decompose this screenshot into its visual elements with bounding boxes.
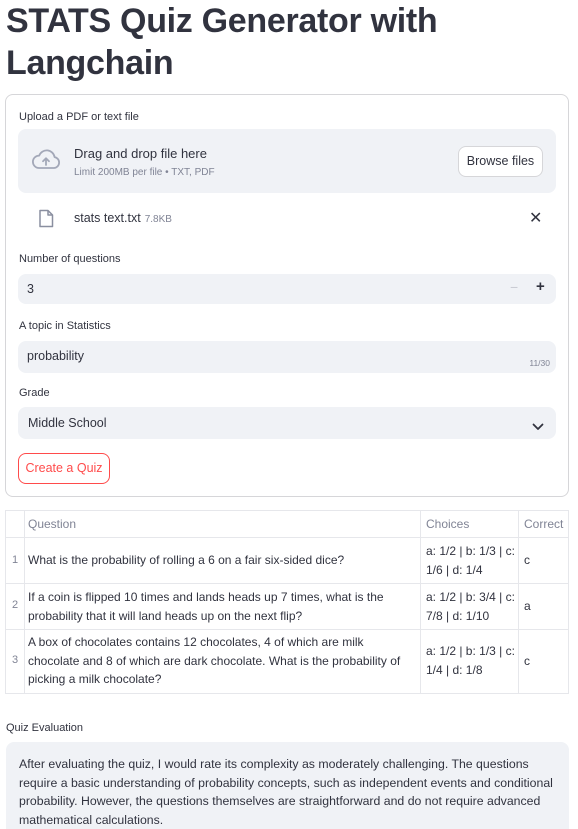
row-index: 2 <box>12 599 19 611</box>
row-divider <box>6 537 568 538</box>
column-divider <box>518 511 519 694</box>
decrement-button[interactable]: − <box>510 279 518 295</box>
question-cell[interactable]: A box of chocolates contains 12 chocolat… <box>28 633 418 689</box>
row-divider <box>6 629 568 630</box>
dropzone-limit: Limit 200MB per file • TXT, PDF <box>74 167 215 178</box>
row-index: 1 <box>12 554 19 566</box>
char-counter: 11/30 <box>529 358 550 368</box>
grade-value[interactable]: Middle School <box>28 416 107 430</box>
num-questions-value[interactable]: 3 <box>27 282 34 296</box>
header-question[interactable]: Question <box>28 511 76 538</box>
upload-label: Upload a PDF or text file <box>19 111 139 123</box>
header-choices[interactable]: Choices <box>426 511 469 538</box>
browse-files-button[interactable]: Browse files <box>458 146 543 177</box>
choices-cell[interactable]: a: 1/2 | b: 1/3 | c: 1/6 | d: 1/4 <box>426 542 516 579</box>
column-divider <box>24 511 25 694</box>
choices-cell[interactable]: a: 1/2 | b: 3/4 | c: 7/8 | d: 1/10 <box>426 588 516 625</box>
num-questions-input[interactable]: 3 − + <box>18 274 556 304</box>
column-divider <box>420 511 421 694</box>
file-size: 7.8KB <box>144 214 172 225</box>
file-name: stats text.txt <box>74 211 141 225</box>
row-divider <box>6 583 568 584</box>
num-questions-label: Number of questions <box>19 253 121 265</box>
create-quiz-button[interactable]: Create a Quiz <box>18 453 110 484</box>
choices-cell[interactable]: a: 1/2 | b: 1/3 | c: 1/4 | d: 1/8 <box>426 642 516 679</box>
correct-cell[interactable]: c <box>524 652 530 671</box>
cloud-upload-icon <box>31 149 61 176</box>
quiz-table: Question Choices Correct 1 What is the p… <box>5 510 569 694</box>
close-icon[interactable]: ✕ <box>529 208 542 228</box>
page-title: STATS Quiz Generator with Langchain <box>6 2 438 82</box>
increment-button[interactable]: + <box>536 278 545 295</box>
quiz-form: Upload a PDF or text file Drag and drop … <box>5 94 569 497</box>
correct-cell[interactable]: c <box>524 551 530 570</box>
question-cell[interactable]: If a coin is flipped 10 times and lands … <box>28 588 398 625</box>
header-correct[interactable]: Correct <box>524 511 563 538</box>
topic-value[interactable]: probability <box>27 349 84 363</box>
question-cell[interactable]: What is the probability of rolling a 6 o… <box>28 551 416 570</box>
file-icon <box>38 209 54 233</box>
chevron-down-icon[interactable] <box>532 418 544 436</box>
topic-label: A topic in Statistics <box>19 320 111 332</box>
grade-label: Grade <box>19 387 50 399</box>
evaluation-text[interactable]: After evaluating the quiz, I would rate … <box>19 755 555 829</box>
uploaded-file: stats text.txt 7.8KB ✕ <box>18 205 556 233</box>
dropzone-title: Drag and drop file here <box>74 146 207 161</box>
file-dropzone[interactable]: Drag and drop file here Limit 200MB per … <box>18 129 556 193</box>
evaluation-label: Quiz Evaluation <box>6 722 84 734</box>
grade-select[interactable]: Middle School <box>18 407 556 439</box>
topic-input[interactable]: probability 11/30 <box>18 341 556 373</box>
correct-cell[interactable]: a <box>524 597 531 616</box>
evaluation-textarea[interactable]: After evaluating the quiz, I would rate … <box>6 742 569 829</box>
row-index: 3 <box>12 654 19 666</box>
